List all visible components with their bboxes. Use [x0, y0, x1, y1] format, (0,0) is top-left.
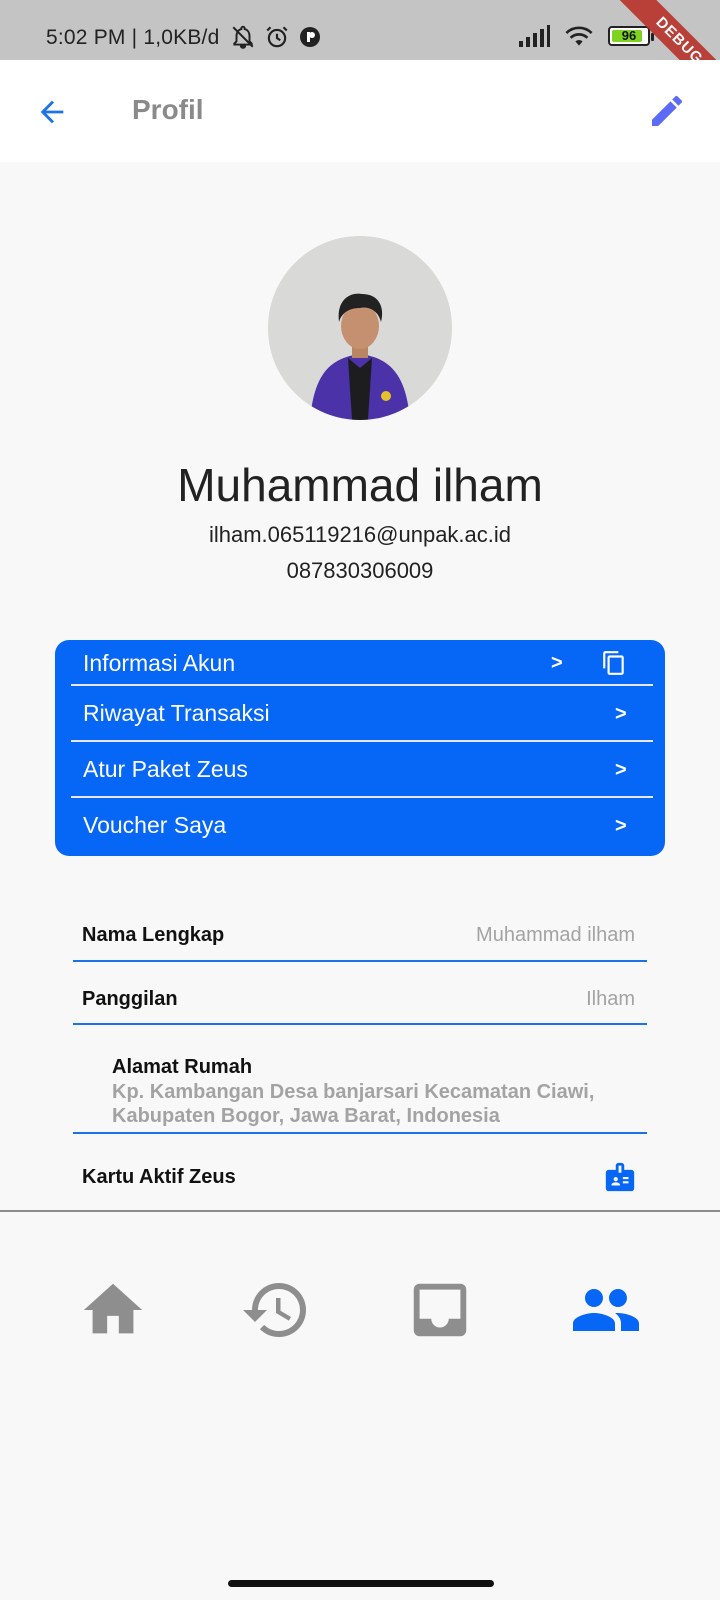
nav-profile[interactable] [570, 1274, 642, 1346]
profile-phone: 087830306009 [286, 558, 434, 583]
menu-item-riwayat-transaksi[interactable]: Riwayat Transaksi > [55, 686, 665, 742]
badge-icon[interactable] [603, 1160, 637, 1194]
edit-button[interactable] [644, 88, 690, 134]
app-bar: Profil [0, 60, 720, 162]
nav-history[interactable] [240, 1274, 312, 1346]
address-label: Alamat Rumah [112, 1056, 253, 1078]
signal-icon [519, 25, 550, 47]
info-row-nickname: Panggilan Ilham [73, 988, 647, 1018]
address-value: Kp. Kambangan Desa banjarsari Kecamatan … [112, 1081, 595, 1127]
active-card-label: Kartu Aktif Zeus [82, 1166, 236, 1188]
info-divider [73, 960, 647, 962]
bell-off-icon [232, 25, 254, 49]
bottom-navigation [0, 1212, 720, 1572]
info-row-full-name: Nama Lengkap Muhammad ilham [73, 924, 647, 954]
status-bar: 5:02 PM | 1,0KB/d 96 DEBUG [0, 0, 720, 111]
copy-icon[interactable] [601, 650, 627, 676]
arrow-back-icon [40, 100, 64, 124]
menu-item-voucher-saya[interactable]: Voucher Saya > [55, 798, 665, 856]
menu-item-label: Riwayat Transaksi [83, 700, 270, 726]
nickname-value: Ilham [586, 988, 635, 1010]
full-name-value: Muhammad ilham [476, 924, 635, 946]
pencil-icon [652, 95, 683, 126]
menu-item-label: Voucher Saya [83, 812, 227, 838]
info-divider [73, 1023, 647, 1025]
history-icon [243, 1283, 306, 1337]
app-notification-icon [300, 27, 320, 47]
avatar [268, 236, 452, 420]
account-menu-card: Informasi Akun > Riwayat Transaksi > Atu… [55, 640, 665, 856]
status-notification-icons [230, 24, 322, 50]
profile-name: Muhammad ilham [177, 459, 543, 511]
profile-email: ilham.065119216@unpak.ac.id [208, 522, 512, 547]
home-indicator[interactable] [228, 1580, 494, 1587]
battery-level: 96 [621, 28, 637, 43]
nickname-label: Panggilan [82, 988, 178, 1010]
menu-item-label: Atur Paket Zeus [83, 756, 248, 782]
menu-item-label: Informasi Akun [83, 650, 236, 676]
nav-home[interactable] [77, 1274, 149, 1346]
info-divider [73, 1132, 647, 1134]
chevron-right-icon: > [615, 703, 627, 725]
back-button[interactable] [30, 90, 74, 134]
nav-inbox[interactable] [404, 1274, 476, 1346]
chevron-right-icon: > [615, 759, 627, 781]
wifi-icon [565, 26, 593, 46]
menu-item-informasi-akun[interactable]: Informasi Akun > [55, 640, 665, 686]
home-icon [83, 1283, 143, 1334]
inbox-icon [413, 1283, 467, 1337]
battery-icon: 96 [608, 26, 654, 46]
menu-item-atur-paket-zeus[interactable]: Atur Paket Zeus > [55, 742, 665, 798]
chevron-right-icon: > [551, 652, 563, 674]
people-icon [573, 1289, 639, 1331]
alarm-icon [266, 26, 288, 48]
chevron-right-icon: > [615, 815, 627, 837]
status-system-icons: 96 [518, 24, 654, 48]
full-name-label: Nama Lengkap [82, 924, 225, 946]
info-row-active-card[interactable]: Kartu Aktif Zeus [73, 1166, 647, 1196]
page-title: Profil [132, 94, 204, 125]
status-time: 5:02 PM | 1,0KB/d [46, 26, 220, 49]
